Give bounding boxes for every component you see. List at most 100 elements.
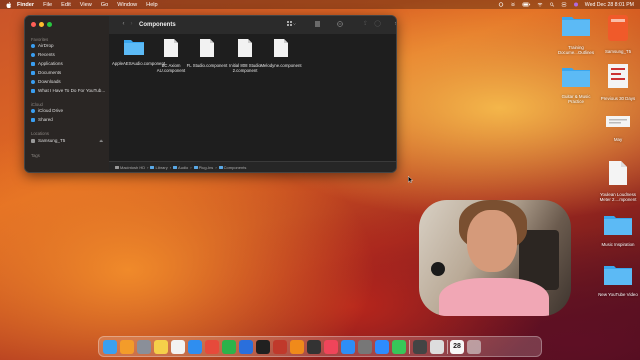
sidebar-item-downloads[interactable]: Downloads — [31, 78, 61, 85]
menu-clock[interactable]: Wed Dec 28 8:01 PM — [585, 2, 634, 8]
sidebar-item-documents[interactable]: Documents — [31, 69, 61, 76]
desktop-item-label: Guitar & Music Practice — [561, 94, 591, 104]
action-button[interactable] — [335, 21, 347, 28]
tag-icon: ◯ — [374, 21, 381, 27]
share-icon: ⇪ — [362, 21, 369, 27]
dock-app-notes-icon[interactable] — [154, 339, 168, 354]
dock-app-messages-icon[interactable] — [392, 339, 406, 354]
sidebar-item-airdrop[interactable]: AirDrop — [31, 42, 54, 49]
menu-help[interactable]: Help — [146, 2, 158, 8]
desktop-drive-item[interactable]: Samsung_T5 — [596, 13, 640, 54]
path-segment[interactable]: Library — [150, 165, 168, 170]
sidebar-heading-tags: Tags — [31, 153, 40, 158]
menu-app-name[interactable]: Finder — [17, 2, 34, 8]
desktop-folder-item[interactable]: Guitar & Music Practice — [554, 64, 598, 104]
dock-app-pages-icon[interactable] — [120, 339, 134, 354]
folder-icon — [604, 266, 632, 285]
overflow-button[interactable]: » — [392, 21, 396, 28]
sidebar-item-applications[interactable]: Applications — [31, 60, 63, 67]
dock-app-settings-icon[interactable] — [358, 339, 372, 354]
background-record — [431, 262, 445, 276]
dock-app-keynote-icon[interactable] — [239, 339, 253, 354]
dock-app-safari-icon[interactable] — [188, 339, 202, 354]
desktop-doc-item[interactable]: Youlean Loudness Meter 2....mponent — [596, 160, 640, 202]
search-icon[interactable] — [549, 2, 555, 7]
dock-app-fl-studio-icon[interactable] — [290, 339, 304, 354]
dock-app-numbers-icon[interactable] — [222, 339, 236, 354]
close-button[interactable] — [31, 22, 36, 27]
menu-file[interactable]: File — [43, 2, 52, 8]
path-segment[interactable]: Plug-Ins — [193, 165, 213, 170]
path-segment[interactable]: Components — [218, 165, 246, 170]
siri-icon[interactable] — [573, 2, 579, 7]
minimize-button[interactable] — [39, 22, 44, 27]
menu-edit[interactable]: Edit — [61, 2, 71, 8]
drive-icon — [115, 165, 119, 169]
chevron-right-icon: › — [190, 164, 192, 170]
path-segment[interactable]: Audio — [173, 165, 188, 170]
sidebar-item-icloud-drive[interactable]: iCloud Drive — [31, 107, 63, 114]
finder-window[interactable]: Favorites AirDrop Recents Applications D… — [24, 15, 397, 173]
forward-button[interactable]: › — [127, 21, 136, 28]
sidebar-item-shared[interactable]: Shared — [31, 116, 53, 123]
chevron-right-icon: › — [147, 164, 149, 170]
path-segment[interactable]: Macintosh HD — [115, 165, 145, 170]
desktop-folder-item[interactable] — [554, 13, 598, 43]
dock: 28 — [98, 336, 542, 357]
dock-app-music-icon[interactable] — [324, 339, 338, 354]
control-center-icon[interactable] — [561, 2, 567, 7]
dock-app-photo-booth-icon[interactable] — [273, 339, 287, 354]
record-icon[interactable] — [498, 2, 504, 7]
dock-app-finder-icon[interactable] — [103, 339, 117, 354]
apple-icon[interactable] — [6, 1, 12, 8]
window-controls — [31, 22, 52, 27]
desktop-folder-item[interactable]: Training Docume...Outlines — [554, 44, 598, 55]
dock-app-chrome-icon[interactable] — [205, 339, 219, 354]
dock-app-launchpad-icon[interactable] — [137, 339, 151, 354]
sidebar-heading-locations: Locations — [31, 131, 49, 136]
dock-app-preview-icon[interactable] — [429, 339, 444, 354]
sidebar-item-label: Applications — [38, 61, 63, 66]
view-mode-button[interactable] — [285, 21, 297, 28]
document-icon — [200, 39, 214, 57]
eject-icon[interactable]: ⏏ — [99, 138, 103, 143]
applications-icon — [31, 61, 35, 66]
sidebar-item-label: iCloud Drive — [38, 108, 64, 113]
dock-app-calculator-icon[interactable] — [412, 339, 427, 354]
desktop-image-item[interactable]: Previous 30 Days — [596, 62, 640, 101]
desktop-doc-item[interactable]: May — [596, 136, 640, 142]
wifi-icon[interactable] — [537, 2, 543, 7]
menu-view[interactable]: View — [80, 2, 92, 8]
share-button[interactable]: ⇪ — [361, 21, 370, 28]
path-bar: Macintosh HD › Library › Audio › Plug-In… — [109, 161, 396, 172]
desktop-doc-item[interactable] — [596, 114, 640, 134]
sidebar-item-label: Shared — [38, 117, 53, 122]
sidebar-item-recents[interactable]: Recents — [31, 51, 55, 58]
sidebar-item-label: AirDrop — [38, 43, 54, 48]
document-icon — [238, 39, 252, 57]
menu-go[interactable]: Go — [101, 2, 108, 8]
dock-app-calendar-icon[interactable] — [171, 339, 185, 354]
download-icon — [31, 79, 35, 84]
zoom-button[interactable] — [47, 22, 52, 27]
dropbox-icon[interactable] — [510, 2, 516, 7]
desktop-item-label: Samsung_T5 — [604, 49, 632, 54]
menu-window[interactable]: Window — [117, 2, 137, 8]
battery-icon[interactable] — [522, 2, 531, 7]
dock-app-stocks-icon[interactable] — [256, 339, 270, 354]
group-button[interactable] — [313, 21, 325, 28]
folder-icon — [604, 216, 632, 235]
dock-app-app-store-icon[interactable] — [341, 339, 355, 354]
file-item[interactable]: Melodyne.component — [259, 38, 303, 69]
dock-app-calendar-date-icon[interactable]: 28 — [450, 339, 464, 354]
trash-icon[interactable] — [467, 339, 481, 354]
tag-button[interactable]: ◯ — [373, 21, 382, 28]
dock-app-logic-icon[interactable] — [307, 339, 321, 354]
desktop-folder-item[interactable]: New YouTube Video — [596, 262, 640, 297]
sidebar-item-label: Recents — [38, 52, 55, 57]
finder-content: AppleAESAudio.component BC Axiom AU.comp… — [109, 34, 396, 161]
sidebar-item-youtube-folder[interactable]: What I Have To Do For YouTub... — [31, 87, 105, 94]
sidebar-item-samsung[interactable]: Samsung_T5 ⏏ — [31, 137, 103, 144]
desktop-folder-item[interactable]: Music Inspiration — [596, 212, 640, 247]
dock-app-zoom-icon[interactable] — [375, 339, 389, 354]
